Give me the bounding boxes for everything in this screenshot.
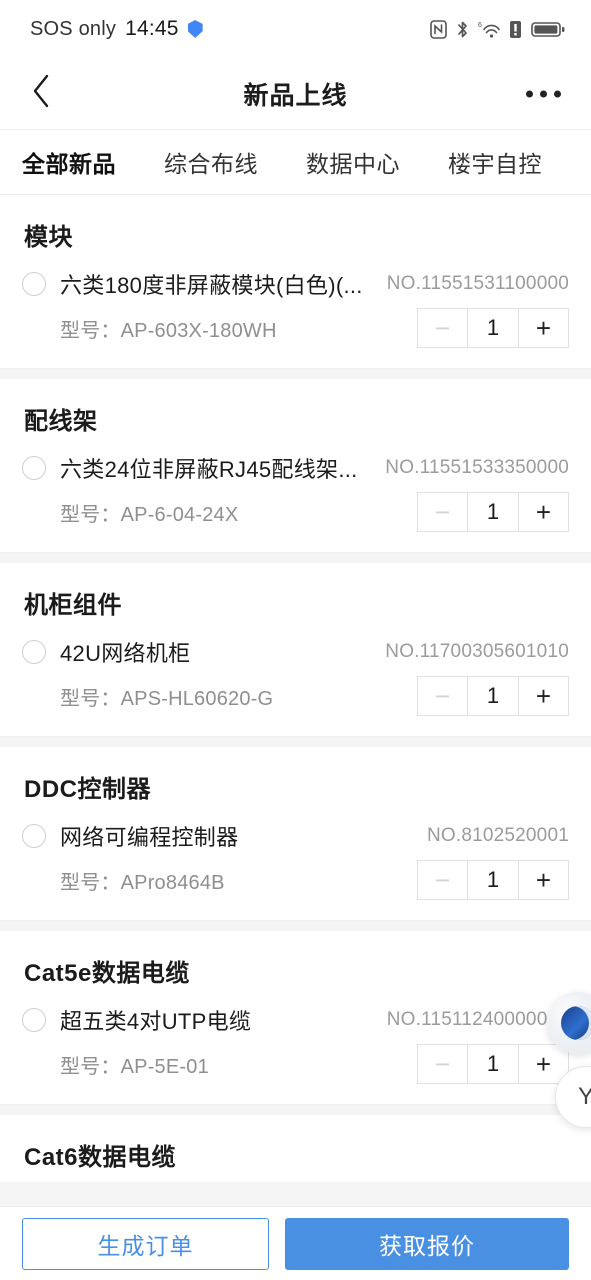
- quantity-value[interactable]: 1: [467, 1044, 519, 1084]
- product-select-radio[interactable]: [22, 640, 46, 664]
- battery-icon: [531, 20, 565, 39]
- quantity-increase-button[interactable]: +: [519, 860, 569, 900]
- product-row[interactable]: 网络可编程控制器 NO.8102520001 型号：APro8464B − 1 …: [0, 814, 591, 921]
- secondary-fab-glyph: Y: [577, 1083, 591, 1110]
- product-select-radio[interactable]: [22, 456, 46, 480]
- product-select-radio[interactable]: [22, 1008, 46, 1032]
- group-title: 模块: [24, 224, 73, 251]
- quantity-decrease-button[interactable]: −: [417, 308, 467, 348]
- create-order-button[interactable]: 生成订单: [22, 1217, 270, 1270]
- more-horizontal-icon-dot3: [554, 90, 561, 97]
- tab-all-new[interactable]: 全部新品: [22, 145, 116, 179]
- quantity-value[interactable]: 1: [467, 492, 519, 532]
- bottom-action-bar: 生成订单 获取报价: [0, 1206, 591, 1280]
- status-bar-right: 6: [430, 19, 565, 39]
- product-row[interactable]: 六类180度非屏蔽模块(白色)(... NO.11551531100000 型号…: [0, 262, 591, 369]
- product-group: Cat5e数据电缆 超五类4对UTP电缆 NO.11511240000000 型…: [0, 931, 591, 1105]
- clock-label: 14:45: [125, 17, 179, 40]
- group-title: Cat6数据电缆: [24, 1144, 177, 1171]
- quantity-value[interactable]: 1: [467, 860, 519, 900]
- product-number: NO.11551533350000: [385, 457, 569, 478]
- product-number: NO.11700305601010: [385, 641, 569, 662]
- product-main-line: 42U网络机柜 NO.11700305601010: [22, 636, 569, 668]
- sim-alert-icon: [509, 20, 522, 39]
- more-horizontal-icon-dot1: [526, 90, 533, 97]
- nfc-icon: [430, 19, 447, 39]
- quantity-stepper[interactable]: − 1 +: [417, 492, 569, 532]
- category-tabs[interactable]: 全部新品 综合布线 数据中心 楼宇自控: [0, 130, 591, 195]
- quantity-decrease-button[interactable]: −: [417, 492, 467, 532]
- page-title: 新品上线: [243, 81, 348, 110]
- product-name: 六类24位非屏蔽RJ45配线架...: [60, 457, 358, 482]
- product-model: 型号：AP-603X-180WH: [60, 319, 277, 342]
- wifi6-icon: 6: [478, 20, 500, 39]
- product-row[interactable]: 42U网络机柜 NO.11700305601010 型号：APS-HL60620…: [0, 630, 591, 737]
- product-select-radio[interactable]: [22, 272, 46, 296]
- product-main-line: 六类180度非屏蔽模块(白色)(... NO.11551531100000: [22, 268, 569, 300]
- product-model: 型号：APro8464B: [60, 871, 225, 894]
- tab-building-automation[interactable]: 楼宇自控: [448, 145, 542, 179]
- product-sub-line: 型号：AP-603X-180WH − 1 +: [22, 308, 569, 348]
- product-group: 模块 六类180度非屏蔽模块(白色)(... NO.11551531100000…: [0, 195, 591, 369]
- quantity-increase-button[interactable]: +: [519, 308, 569, 348]
- back-button[interactable]: [22, 74, 62, 114]
- product-model: 型号：AP-6-04-24X: [60, 503, 239, 526]
- carrier-label: SOS only: [30, 17, 117, 40]
- product-group: 机柜组件 42U网络机柜 NO.11700305601010 型号：APS-HL…: [0, 563, 591, 737]
- shield-icon: [187, 20, 203, 38]
- product-number: NO.8102520001: [426, 825, 569, 846]
- product-model: 型号：APS-HL60620-G: [60, 687, 274, 710]
- product-main-line: 网络可编程控制器 NO.8102520001: [22, 820, 569, 852]
- quantity-decrease-button[interactable]: −: [417, 860, 467, 900]
- product-sub-line: 型号：AP-6-04-24X − 1 +: [22, 492, 569, 532]
- svg-text:6: 6: [478, 22, 482, 29]
- quantity-decrease-button[interactable]: −: [417, 1044, 467, 1084]
- quantity-increase-button[interactable]: +: [519, 676, 569, 716]
- quantity-stepper[interactable]: − 1 +: [417, 1044, 569, 1084]
- group-title: Cat5e数据电缆: [24, 960, 190, 987]
- quantity-decrease-button[interactable]: −: [417, 676, 467, 716]
- quantity-stepper[interactable]: − 1 +: [417, 676, 569, 716]
- quantity-value[interactable]: 1: [467, 676, 519, 716]
- group-title: 配线架: [24, 408, 98, 435]
- product-name: 网络可编程控制器: [60, 825, 239, 850]
- product-main-line: 六类24位非屏蔽RJ45配线架... NO.11551533350000: [22, 452, 569, 484]
- chevron-left-icon: [32, 74, 52, 113]
- product-name: 42U网络机柜: [60, 641, 191, 666]
- quantity-stepper[interactable]: − 1 +: [417, 308, 569, 348]
- quantity-value[interactable]: 1: [467, 308, 519, 348]
- status-bar: SOS only 14:45 6: [0, 0, 591, 58]
- product-name: 六类180度非屏蔽模块(白色)(...: [60, 273, 363, 298]
- app-header: 新品上线: [0, 58, 591, 130]
- status-bar-left: SOS only 14:45: [30, 17, 203, 41]
- more-horizontal-icon-dot2: [540, 90, 547, 97]
- product-sub-line: 型号：APro8464B − 1 +: [22, 860, 569, 900]
- product-name: 超五类4对UTP电缆: [60, 1009, 252, 1034]
- product-row[interactable]: 六类24位非屏蔽RJ45配线架... NO.11551533350000 型号：…: [0, 446, 591, 553]
- product-group: 配线架 六类24位非屏蔽RJ45配线架... NO.11551533350000…: [0, 379, 591, 553]
- product-row[interactable]: 超五类4对UTP电缆 NO.11511240000000 型号：AP-5E-01…: [0, 998, 591, 1105]
- group-title: 机柜组件: [24, 592, 122, 619]
- group-title: DDC控制器: [24, 776, 151, 803]
- product-select-radio[interactable]: [22, 824, 46, 848]
- more-menu-button[interactable]: [522, 80, 565, 107]
- product-number: NO.11511240000000: [386, 1009, 569, 1030]
- product-group: Cat6数据电缆: [0, 1115, 591, 1182]
- product-sub-line: 型号：AP-5E-01 − 1 +: [22, 1044, 569, 1084]
- brand-logo-icon: [561, 1006, 591, 1040]
- tab-data-center[interactable]: 数据中心: [306, 145, 400, 179]
- get-quote-button[interactable]: 获取报价: [285, 1217, 569, 1270]
- quantity-stepper[interactable]: − 1 +: [417, 860, 569, 900]
- quantity-increase-button[interactable]: +: [519, 492, 569, 532]
- product-group: DDC控制器 网络可编程控制器 NO.8102520001 型号：APro846…: [0, 747, 591, 921]
- product-list-scroll[interactable]: 模块 六类180度非屏蔽模块(白色)(... NO.11551531100000…: [0, 195, 591, 1206]
- product-sub-line: 型号：APS-HL60620-G − 1 +: [22, 676, 569, 716]
- bluetooth-icon: [456, 20, 469, 39]
- product-number: NO.11551531100000: [386, 273, 569, 294]
- tab-structured-cabling[interactable]: 综合布线: [164, 145, 258, 179]
- product-model: 型号：AP-5E-01: [60, 1055, 209, 1078]
- product-main-line: 超五类4对UTP电缆 NO.11511240000000: [22, 1004, 569, 1036]
